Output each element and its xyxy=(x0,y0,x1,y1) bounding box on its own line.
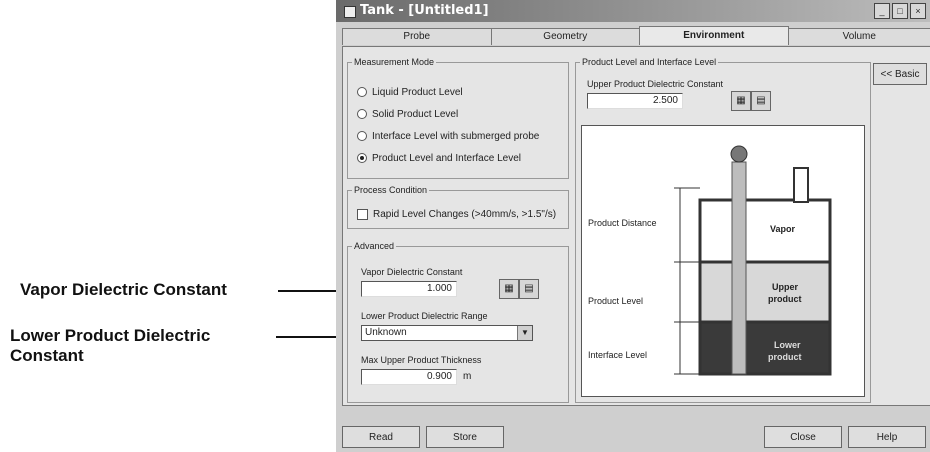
upper-calculator-button[interactable]: ▤ xyxy=(751,91,771,111)
window-title: Tank - [Untitled1] xyxy=(360,3,489,18)
label-interface-level: Interface Level xyxy=(588,350,648,360)
tank-diagram: Product Distance Product Level Interface… xyxy=(581,125,865,397)
radio-interface-level-submerged[interactable]: Interface Level with submerged probe xyxy=(357,131,539,142)
tab-environment[interactable]: Environment xyxy=(639,26,789,45)
radio-label: Product Level and Interface Level xyxy=(372,153,521,164)
radio-label: Solid Product Level xyxy=(372,109,459,120)
tab-probe[interactable]: Probe xyxy=(342,28,492,45)
process-condition-group: Process Condition xyxy=(347,185,569,229)
title-bar: Tank - [Untitled1] _ □ × xyxy=(336,0,930,22)
label-upper-1: Upper xyxy=(772,282,799,292)
close-button[interactable]: Close xyxy=(764,426,842,448)
product-interface-legend: Product Level and Interface Level xyxy=(582,57,717,67)
radio-liquid-product-level[interactable]: Liquid Product Level xyxy=(357,87,463,98)
vapor-dielectric-label: Vapor Dielectric Constant xyxy=(361,267,463,277)
tab-geometry[interactable]: Geometry xyxy=(490,28,640,45)
table-icon: ▦ xyxy=(736,95,746,106)
callout-vapor-dielectric: Vapor Dielectric Constant xyxy=(20,280,227,299)
chevron-down-icon[interactable]: ▼ xyxy=(517,326,532,340)
label-product-level: Product Level xyxy=(588,296,644,306)
close-window-button[interactable]: × xyxy=(910,3,926,19)
select-value: Unknown xyxy=(365,327,407,338)
radio-dot xyxy=(357,109,367,120)
store-button[interactable]: Store xyxy=(426,426,504,448)
vapor-calculator-button[interactable]: ▤ xyxy=(519,279,539,299)
label-upper-2: product xyxy=(768,294,802,304)
radio-solid-product-level[interactable]: Solid Product Level xyxy=(357,109,458,120)
callout-lower-dielectric-1: Lower Product Dielectric xyxy=(10,326,211,345)
label-vapor: Vapor xyxy=(770,224,796,234)
calculator-icon: ▤ xyxy=(524,283,534,294)
callout-arrow-lower xyxy=(276,336,340,338)
upper-dielectric-label: Upper Product Dielectric Constant xyxy=(587,79,724,89)
label-product-distance: Product Distance xyxy=(588,218,657,228)
thickness-unit: m xyxy=(463,371,472,382)
tab-volume[interactable]: Volume xyxy=(787,28,930,45)
tank-lower-product-region xyxy=(698,320,832,376)
callout-arrow-vapor xyxy=(278,290,340,292)
process-condition-legend: Process Condition xyxy=(354,185,428,195)
read-button[interactable]: Read xyxy=(342,426,420,448)
measurement-mode-legend: Measurement Mode xyxy=(354,57,435,67)
minimize-button[interactable]: _ xyxy=(874,3,890,19)
label-lower-1: Lower xyxy=(774,340,801,350)
tank-upper-product-region xyxy=(698,260,832,324)
basic-button[interactable]: << Basic xyxy=(873,63,927,85)
transmitter-head xyxy=(730,145,748,163)
tank-nozzle xyxy=(793,167,809,203)
vapor-table-button[interactable]: ▦ xyxy=(499,279,519,299)
table-icon: ▦ xyxy=(504,283,514,294)
radio-dot xyxy=(357,87,367,98)
callout-lower-dielectric-2: Constant xyxy=(10,346,84,365)
lower-dielectric-range-select[interactable]: Unknown ▼ xyxy=(361,325,533,341)
maximize-button[interactable]: □ xyxy=(892,3,908,19)
calculator-icon: ▤ xyxy=(756,95,766,106)
upper-dielectric-input[interactable]: 2.500 xyxy=(587,93,683,109)
upper-table-button[interactable]: ▦ xyxy=(731,91,751,111)
checkbox-box xyxy=(357,209,368,220)
rapid-level-changes-checkbox[interactable]: Rapid Level Changes (>40mm/s, >1.5"/s) xyxy=(357,209,556,220)
radio-label: Liquid Product Level xyxy=(372,87,463,98)
help-button[interactable]: Help xyxy=(848,426,926,448)
advanced-legend: Advanced xyxy=(354,241,395,251)
environment-panel: Measurement Mode Liquid Product Level So… xyxy=(342,46,930,406)
label-lower-2: product xyxy=(768,352,802,362)
checkbox-label: Rapid Level Changes (>40mm/s, >1.5"/s) xyxy=(373,209,557,221)
max-upper-thickness-label: Max Upper Product Thickness xyxy=(361,355,482,365)
vapor-dielectric-input[interactable]: 1.000 xyxy=(361,281,457,297)
tank-vapor-region xyxy=(698,198,832,264)
radio-dot xyxy=(357,131,367,142)
tank-window: Tank - [Untitled1] _ □ × Probe Geometry … xyxy=(336,0,930,452)
probe-rod xyxy=(731,161,747,375)
lower-dielectric-range-label: Lower Product Dielectric Range xyxy=(361,311,488,321)
tab-strip: Probe Geometry Environment Volume xyxy=(342,26,930,46)
app-icon xyxy=(344,6,356,18)
radio-label: Interface Level with submerged probe xyxy=(372,131,540,142)
radio-product-and-interface-level[interactable]: Product Level and Interface Level xyxy=(357,153,521,164)
radio-dot-selected xyxy=(357,153,367,164)
max-upper-thickness-input[interactable]: 0.900 xyxy=(361,369,457,385)
